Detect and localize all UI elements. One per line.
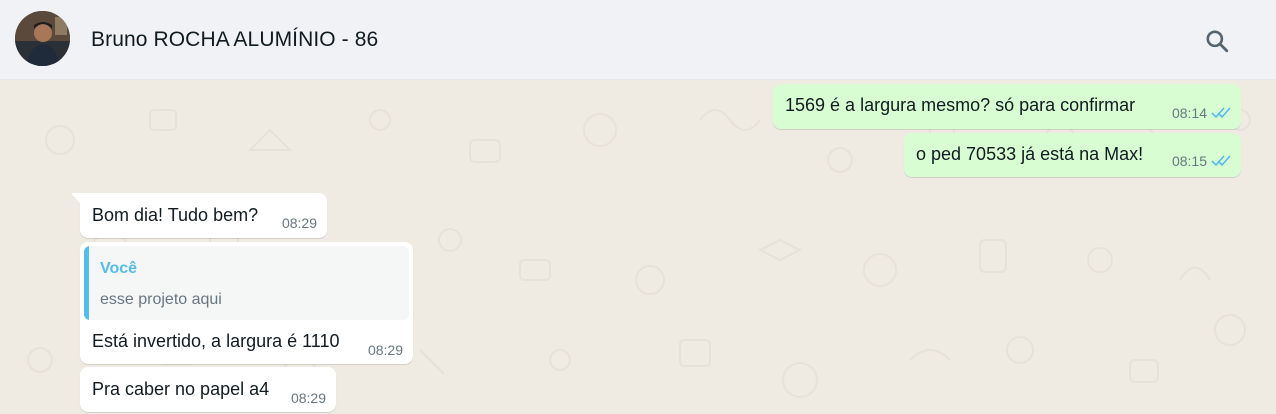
chat-header: Bruno ROCHA ALUMÍNIO - 86 — [0, 0, 1276, 80]
message-text: Está invertido, a largura é 1110 — [92, 331, 340, 351]
message-meta: 08:14 — [1172, 105, 1231, 121]
message-meta: 08:15 — [1172, 153, 1231, 169]
message-text: Pra caber no papel a4 — [92, 379, 270, 399]
message-time: 08:29 — [281, 215, 317, 231]
quote-accent-bar — [84, 246, 89, 320]
search-icon — [1206, 30, 1229, 53]
message-time: 08:29 — [290, 390, 326, 406]
contact-avatar[interactable] — [15, 11, 70, 66]
message-incoming-reply[interactable]: Você esse projeto aqui Está invertido, a… — [80, 242, 413, 364]
message-meta: 08:29 — [291, 390, 326, 406]
message-text: o ped 70533 já está na Max! — [916, 144, 1144, 164]
contact-name[interactable]: Bruno ROCHA ALUMÍNIO - 86 — [91, 28, 378, 52]
message-text: Bom dia! Tudo bem? — [92, 205, 259, 225]
quoted-text: esse projeto aqui — [100, 291, 222, 308]
message-text: 1569 é a largura mesmo? só para confirma… — [785, 95, 1136, 115]
message-time: 08:15 — [1171, 153, 1207, 169]
message-outgoing[interactable]: 1569 é a largura mesmo? só para confirma… — [773, 84, 1241, 129]
message-incoming[interactable]: Bom dia! Tudo bem? 08:29 — [80, 193, 327, 238]
search-button[interactable] — [1200, 24, 1234, 58]
message-outgoing[interactable]: o ped 70533 já está na Max! 08:15 — [904, 133, 1241, 177]
read-receipt-icon — [1211, 107, 1231, 119]
message-incoming[interactable]: Pra caber no papel a4 08:29 — [80, 367, 336, 412]
contact-photo-icon — [15, 11, 70, 66]
message-time: 08:14 — [1171, 105, 1207, 121]
read-receipt-icon — [1211, 155, 1231, 167]
chat-window: Bruno ROCHA ALUMÍNIO - 86 1569 é a largu… — [0, 0, 1276, 414]
message-meta: 08:29 — [282, 215, 317, 231]
message-meta: 08:29 — [368, 342, 403, 358]
quoted-author: Você — [100, 260, 138, 277]
message-time: 08:29 — [367, 342, 403, 358]
quoted-message[interactable]: Você esse projeto aqui — [84, 246, 409, 320]
